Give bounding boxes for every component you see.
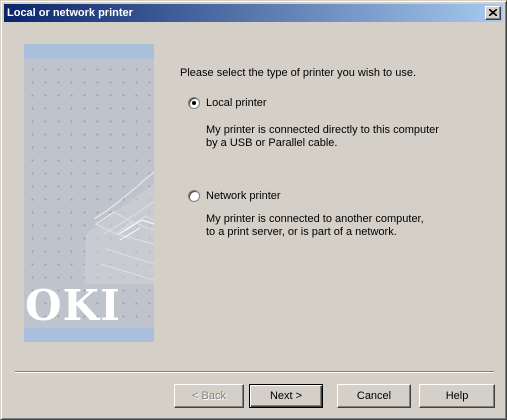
banner-bottom-stripe (24, 328, 154, 342)
network-printer-description-2: to a print server, or is part of a netwo… (206, 226, 397, 238)
oki-banner-image: OKI (24, 44, 154, 342)
help-button[interactable]: Help (419, 384, 495, 408)
oki-logo: OKI (25, 281, 121, 330)
title-bar[interactable]: Local or network printer (4, 4, 503, 22)
network-printer-option[interactable]: Network printer (188, 189, 281, 203)
dialog-window: Local or network printer OKI Please sele… (0, 0, 507, 420)
network-printer-label[interactable]: Network printer (206, 190, 281, 202)
local-printer-description-2: by a USB or Parallel cable. (206, 137, 338, 149)
back-button[interactable]: < Back (174, 384, 244, 408)
local-printer-radio[interactable] (188, 97, 200, 109)
instruction-text: Please select the type of printer you wi… (180, 67, 417, 79)
network-printer-description-1: My printer is connected to another compu… (206, 213, 424, 225)
close-icon (489, 9, 497, 16)
window-title: Local or network printer (7, 7, 133, 19)
network-printer-radio[interactable] (188, 190, 200, 202)
close-button[interactable] (485, 6, 501, 20)
cancel-button[interactable]: Cancel (337, 384, 411, 408)
footer-separator (15, 371, 494, 373)
local-printer-option[interactable]: Local printer (188, 96, 267, 110)
local-printer-description-1: My printer is connected directly to this… (206, 124, 439, 136)
local-printer-label[interactable]: Local printer (206, 97, 267, 109)
next-button[interactable]: Next > (249, 384, 323, 408)
